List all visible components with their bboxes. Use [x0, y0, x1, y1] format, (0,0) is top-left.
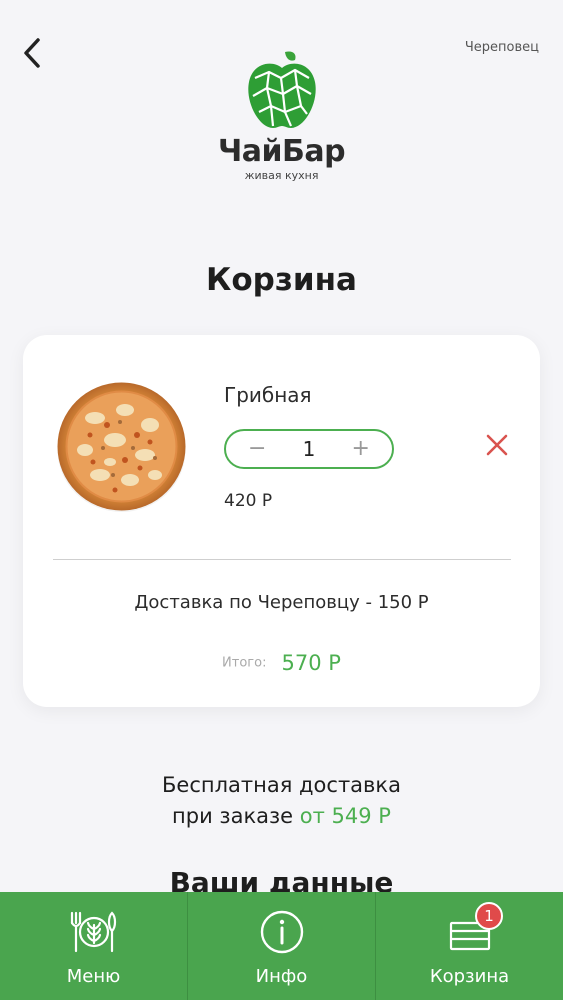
apple-logo-icon [247, 51, 316, 128]
item-name: Грибная [224, 383, 312, 407]
nav-item-cart[interactable]: 1 Корзина [375, 892, 563, 1000]
brand-logo: ЧайБар живая кухня [0, 48, 563, 182]
page-title: Корзина [206, 262, 357, 298]
delivery-info: Доставка по Череповцу - 150 Р [134, 592, 429, 613]
nav-label-info: Инфо [255, 966, 308, 987]
promo-threshold: от 549 Р [299, 804, 391, 828]
total-value: 570 Р [281, 651, 341, 675]
cart-card: Грибная − 1 + 420 Р Доставка по Череповц… [23, 335, 540, 707]
bottom-navigation: Меню Инфо 1 Корзина [0, 892, 563, 1000]
promo-line-1: Бесплатная доставка [162, 773, 401, 797]
close-icon [486, 434, 508, 456]
promo-line-2-prefix: при заказе [172, 804, 294, 828]
menu-cutlery-icon [70, 911, 116, 953]
nav-item-menu[interactable]: Меню [0, 892, 187, 1000]
quantity-value: 1 [302, 437, 316, 461]
info-icon [260, 910, 303, 954]
brand-subtitle: живая кухня [244, 169, 319, 182]
free-delivery-promo: Бесплатная доставка при заказе от 549 Р [0, 770, 563, 832]
brand-name: ЧайБар [217, 134, 346, 169]
nav-item-info[interactable]: Инфо [187, 892, 375, 1000]
pizza-image [55, 380, 188, 513]
remove-item-button[interactable] [484, 432, 510, 458]
item-price: 420 Р [224, 491, 273, 511]
increase-quantity-button[interactable]: + [352, 438, 370, 460]
total-label: Итого: [222, 655, 267, 671]
divider [53, 559, 511, 560]
order-total: Итого: 570 Р [23, 651, 540, 675]
cart-count-badge: 1 [475, 902, 503, 930]
nav-label-menu: Меню [66, 966, 121, 987]
nav-label-cart: Корзина [429, 966, 510, 987]
decrease-quantity-button[interactable]: − [248, 438, 266, 460]
promo-line-2: при заказе от 549 Р [0, 801, 563, 832]
quantity-stepper: − 1 + [224, 429, 394, 469]
